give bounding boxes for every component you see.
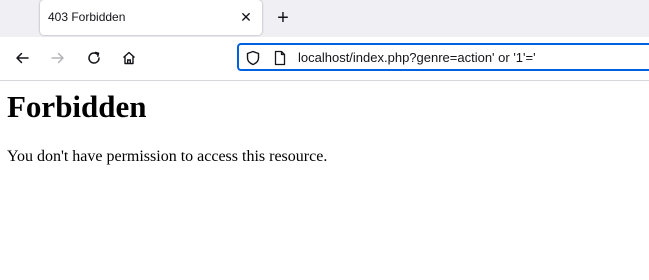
- reload-icon: [88, 51, 100, 64]
- navigation-toolbar: localhost/index.php?genre=action' or '1'…: [0, 37, 649, 81]
- close-icon[interactable]: ✕: [238, 9, 254, 25]
- shield-icon[interactable]: [245, 50, 261, 66]
- back-button[interactable]: [12, 48, 32, 68]
- address-bar-text[interactable]: localhost/index.php?genre=action' or '1'…: [298, 50, 536, 65]
- home-icon: [123, 51, 135, 65]
- page-content: Forbidden You don't have permission to a…: [0, 81, 649, 280]
- tab-strip: 403 Forbidden ✕ +: [0, 0, 649, 37]
- forward-arrow-icon: [51, 52, 64, 64]
- tab-title: 403 Forbidden: [48, 10, 126, 24]
- forward-button[interactable]: [48, 48, 68, 68]
- new-tab-button[interactable]: +: [272, 8, 294, 30]
- home-button[interactable]: [119, 48, 139, 68]
- back-arrow-icon: [16, 52, 29, 64]
- reload-button[interactable]: [84, 48, 104, 68]
- address-bar[interactable]: localhost/index.php?genre=action' or '1'…: [237, 43, 649, 71]
- tab-active[interactable]: 403 Forbidden ✕: [40, 0, 262, 35]
- error-message: You don't have permission to access this…: [7, 148, 328, 165]
- page-title: Forbidden: [7, 89, 147, 124]
- page-icon[interactable]: [272, 50, 288, 66]
